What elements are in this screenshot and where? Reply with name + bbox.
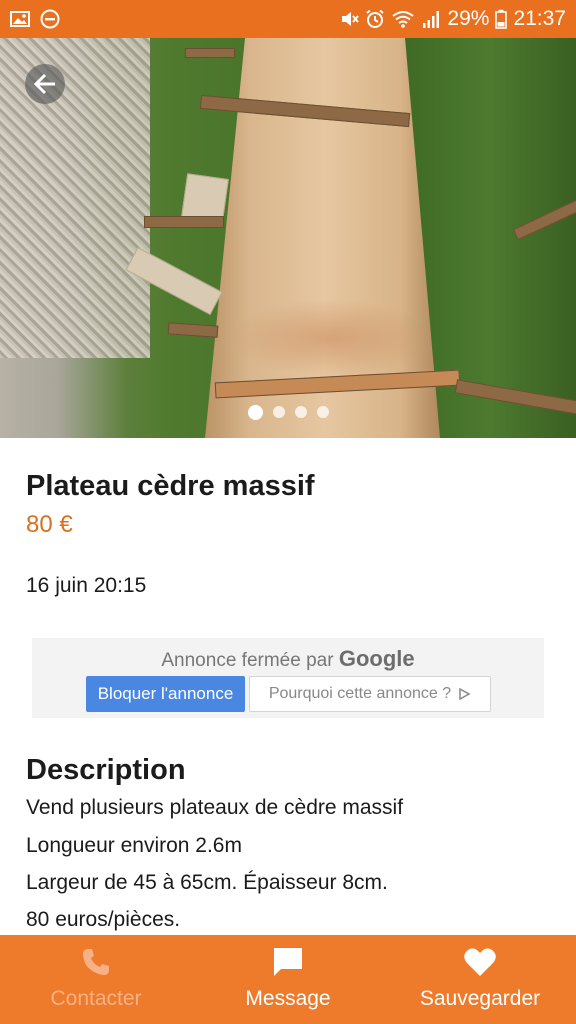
listing-photo[interactable] — [0, 38, 576, 438]
heart-icon — [463, 945, 497, 979]
pagination-dot[interactable] — [316, 406, 329, 418]
alarm-icon — [366, 9, 385, 28]
message-button[interactable]: Message — [192, 935, 384, 1024]
block-ad-button[interactable]: Bloquer l'annonce — [86, 676, 245, 712]
google-logo: Google — [338, 646, 415, 671]
contact-label: Contacter — [50, 987, 142, 1010]
phone-icon — [79, 945, 113, 979]
listing-date: 16 juin 20:15 — [26, 574, 147, 597]
chat-bubble-icon — [271, 945, 305, 979]
pagination-dot[interactable] — [272, 406, 285, 418]
why-this-ad-label: Pourquoi cette annonce ? — [268, 685, 452, 702]
mute-icon — [342, 12, 360, 26]
pagination-dot-active[interactable] — [247, 404, 263, 420]
message-label: Message — [245, 987, 331, 1010]
signal-icon — [423, 11, 440, 28]
bottom-action-bar: Contacter Message Sauvegarder — [0, 935, 576, 1024]
do-not-disturb-icon — [40, 9, 60, 29]
pagination-dot[interactable] — [294, 406, 307, 418]
back-button[interactable] — [25, 64, 65, 104]
battery-percentage: 29% — [447, 7, 490, 30]
arrow-left-icon — [33, 73, 55, 95]
why-this-ad-button[interactable]: Pourquoi cette annonce ? — [249, 676, 491, 712]
contact-button[interactable]: Contacter — [0, 935, 192, 1024]
gallery-pagination — [0, 404, 576, 420]
adchoices-icon — [459, 687, 471, 701]
clock: 21:37 — [513, 7, 566, 30]
save-label: Sauvegarder — [419, 987, 541, 1010]
status-bar: 29% 21:37 — [0, 0, 576, 38]
closed-ad-panel: Annonce fermée par Google Bloquer l'anno… — [32, 638, 544, 718]
battery-icon — [495, 9, 508, 29]
description-line: 80 euros/pièces. — [26, 908, 181, 931]
wifi-icon — [392, 11, 415, 28]
save-button[interactable]: Sauvegarder — [384, 935, 576, 1024]
listing-title: Plateau cèdre massif — [26, 470, 315, 502]
description-line: Vend plusieurs plateaux de cèdre massif — [26, 796, 404, 819]
description-heading: Description — [26, 754, 186, 786]
description-line: Longueur environ 2.6m — [26, 834, 242, 857]
listing-price: 80 € — [26, 511, 73, 538]
description-line: Largeur de 45 à 65cm. Épaisseur 8cm. — [26, 871, 388, 894]
photo-gravel — [0, 38, 150, 358]
ad-closed-text: Annonce fermée par — [161, 650, 334, 671]
image-icon — [10, 11, 30, 27]
